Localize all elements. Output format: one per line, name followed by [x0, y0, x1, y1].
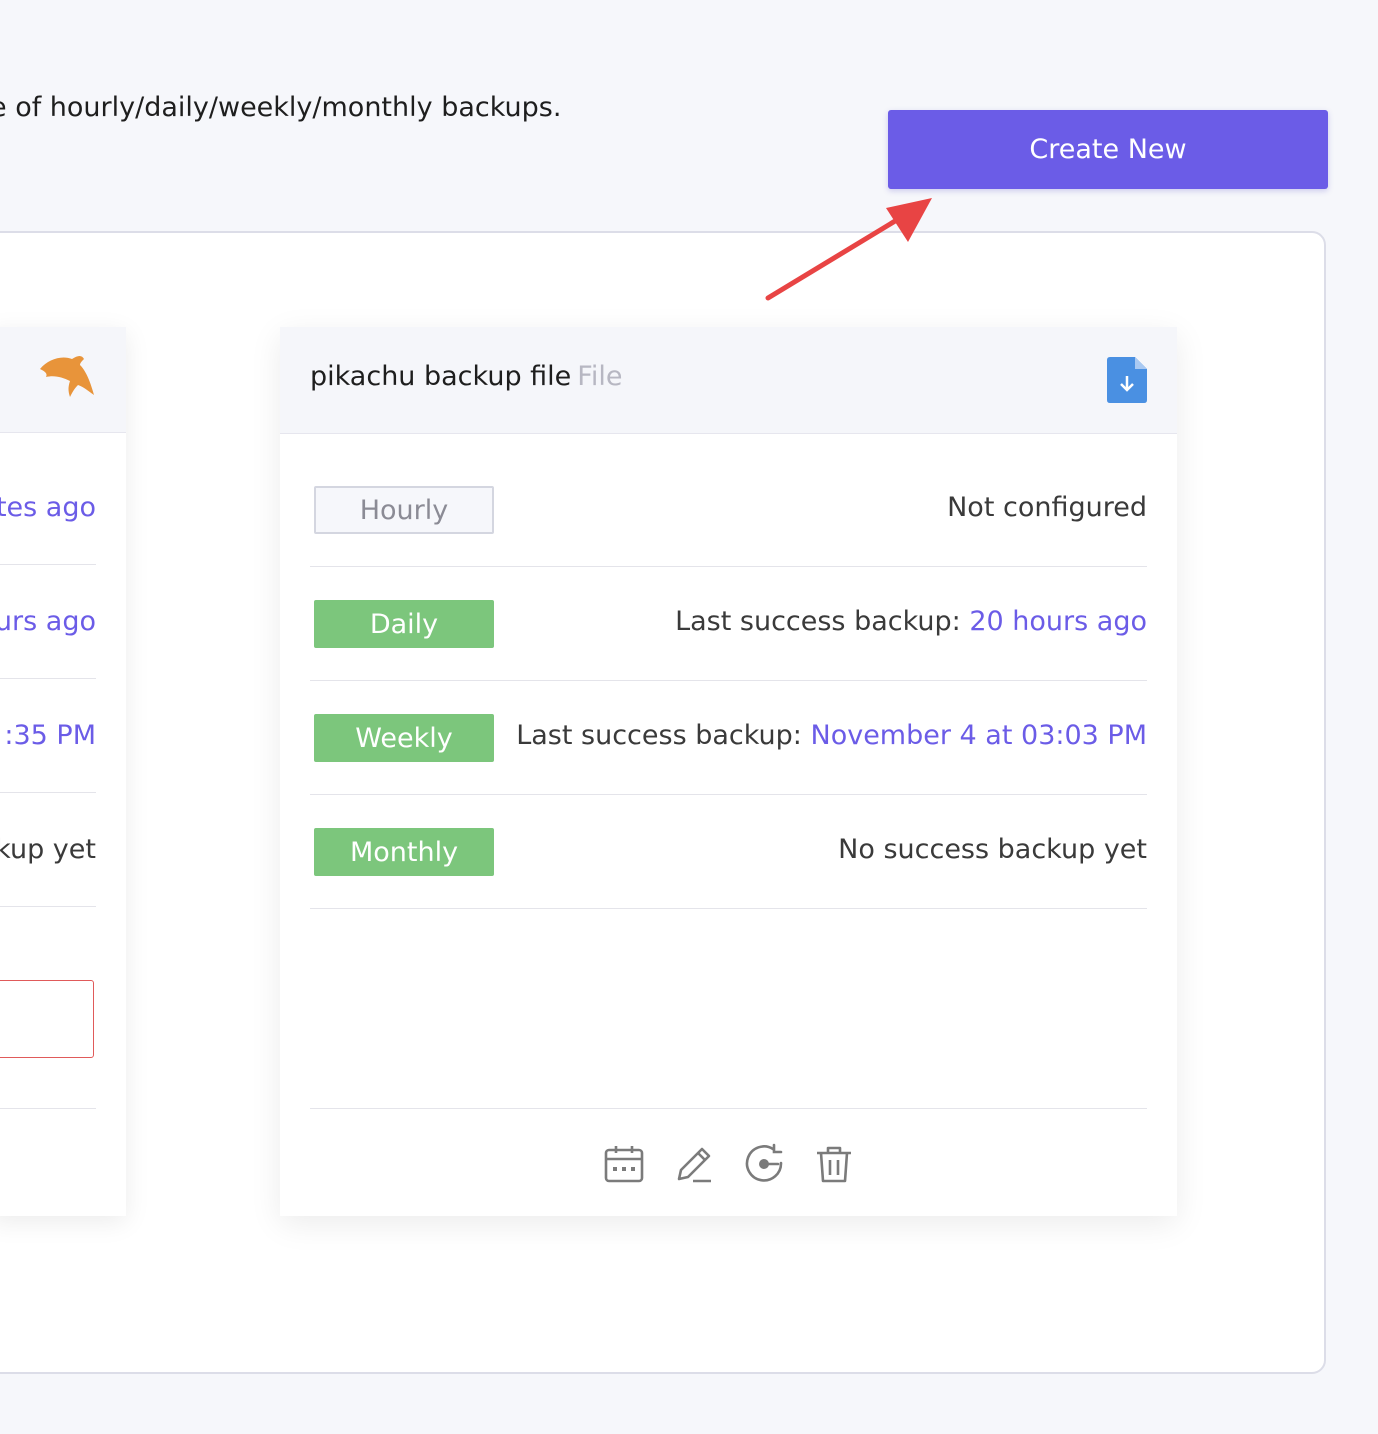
divider: [0, 564, 96, 565]
badge-daily: Daily: [314, 600, 494, 648]
card-header: [0, 327, 126, 433]
restore-button[interactable]: [743, 1143, 785, 1185]
left-row-hourly: tes ago: [0, 492, 96, 523]
left-row-daily: urs ago: [0, 606, 96, 637]
backup-card-mysql: tes ago urs ago :35 PM kup yet: [0, 327, 126, 1216]
divider: [310, 908, 1147, 909]
calendar-icon: [604, 1146, 643, 1183]
delete-button[interactable]: [813, 1143, 855, 1185]
badge-weekly: Weekly: [314, 714, 494, 762]
create-new-button[interactable]: Create New: [888, 110, 1328, 189]
divider: [310, 794, 1147, 795]
badge-monthly: Monthly: [314, 828, 494, 876]
last-backup-link[interactable]: November 4 at 03:03 PM: [811, 720, 1148, 751]
divider: [0, 792, 96, 793]
divider: [310, 1108, 1147, 1109]
divider: [0, 1108, 96, 1109]
left-row-weekly: :35 PM: [4, 720, 96, 751]
status-value: No success backup yet: [838, 834, 1147, 865]
schedule-button[interactable]: [603, 1143, 645, 1185]
divider: [310, 680, 1147, 681]
status-prefix: Last success backup:: [675, 606, 961, 637]
card-header: pikachu backup file File: [280, 327, 1177, 434]
status-monthly: No success backup yet: [838, 834, 1147, 865]
backup-name: pikachu backup file: [310, 361, 572, 392]
page-description: e of hourly/daily/weekly/monthly backups…: [0, 92, 562, 123]
restore-icon: [745, 1143, 782, 1182]
status-daily: Last success backup: 20 hours ago: [675, 606, 1147, 637]
trash-icon: [816, 1146, 851, 1183]
badge-hourly: Hourly: [314, 486, 494, 534]
mysql-dolphin-icon: [40, 356, 94, 397]
backup-type: File: [577, 361, 623, 392]
edit-icon: [677, 1147, 711, 1183]
edit-button[interactable]: [673, 1143, 715, 1185]
divider: [0, 906, 96, 907]
last-backup-link[interactable]: 20 hours ago: [969, 606, 1147, 637]
left-row-monthly: kup yet: [0, 834, 96, 865]
annotation-arrow-icon: [765, 198, 932, 301]
status-value: Not configured: [947, 492, 1147, 523]
card-title: pikachu backup file File: [310, 361, 622, 392]
status-weekly: Last success backup: November 4 at 03:03…: [516, 720, 1147, 751]
highlighted-field[interactable]: [0, 980, 94, 1058]
status-prefix: Last success backup:: [516, 720, 802, 751]
divider: [0, 678, 96, 679]
divider: [310, 566, 1147, 567]
status-hourly: Not configured: [947, 492, 1147, 523]
backup-card-pikachu: pikachu backup file File Hourly Not confi…: [280, 327, 1177, 1216]
file-download-icon: [1107, 357, 1147, 403]
card-actions: [280, 1143, 1177, 1189]
